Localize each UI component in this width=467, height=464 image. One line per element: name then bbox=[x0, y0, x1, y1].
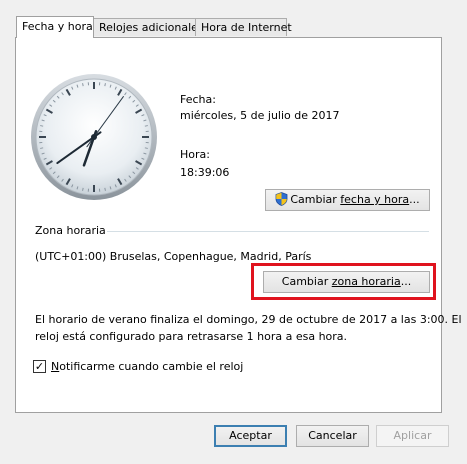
tab-internet-time[interactable]: Hora de Internet bbox=[195, 18, 292, 36]
clock-minute-tick bbox=[40, 125, 44, 127]
time-value: 18:39:06 bbox=[180, 166, 230, 179]
checkmark-icon: ✓ bbox=[34, 360, 45, 373]
change-timezone-accel: zona horaria bbox=[331, 275, 401, 288]
change-timezone-button[interactable]: Cambiar zona horaria... bbox=[263, 271, 430, 293]
date-label: Fecha: bbox=[180, 93, 216, 106]
tab-additional-clocks[interactable]: Relojes adicionales bbox=[93, 18, 204, 36]
clock-minute-tick bbox=[104, 187, 106, 191]
shield-icon bbox=[275, 192, 288, 206]
clock-center bbox=[91, 134, 97, 140]
change-date-time-prefix: Cambiar bbox=[290, 193, 341, 206]
tab-panel: Fecha: miércoles, 5 de julio de 2017 Hor… bbox=[15, 37, 462, 413]
clock-minute-tick bbox=[40, 147, 44, 149]
analog-clock bbox=[31, 74, 157, 200]
time-label: Hora: bbox=[180, 148, 210, 161]
timezone-group-line bbox=[107, 231, 429, 232]
dst-notice-line1: El horario de verano finaliza el domingo… bbox=[35, 313, 462, 326]
notify-checkbox[interactable]: ✓ bbox=[33, 360, 46, 373]
dst-notice-line2: reloj está configurado para retrasarse 1… bbox=[35, 330, 348, 343]
tab-date-time[interactable]: Fecha y hora bbox=[16, 16, 94, 38]
change-timezone-prefix: Cambiar bbox=[281, 275, 332, 288]
apply-button[interactable]: Aplicar bbox=[376, 425, 449, 447]
timezone-group-label: Zona horaria bbox=[35, 224, 106, 237]
change-date-time-suffix: ... bbox=[409, 193, 420, 206]
notify-label-rest: otificarme cuando cambie el reloj bbox=[59, 360, 244, 373]
timezone-value: (UTC+01:00) Bruselas, Copenhague, Madrid… bbox=[35, 250, 312, 263]
change-date-time-accel: fecha y hora bbox=[340, 193, 410, 206]
change-timezone-suffix: ... bbox=[400, 275, 412, 288]
clock-minute-tick bbox=[144, 147, 148, 149]
notify-accel: N bbox=[51, 360, 60, 373]
date-value: miércoles, 5 de julio de 2017 bbox=[180, 109, 340, 122]
clock-minute-tick bbox=[82, 187, 84, 191]
cancel-button[interactable]: Cancelar bbox=[296, 425, 369, 447]
change-date-time-button[interactable]: Cambiar fecha y hora... bbox=[265, 189, 430, 211]
notify-checkbox-label[interactable]: Notificarme cuando cambie el reloj bbox=[51, 360, 243, 373]
clock-minute-tick bbox=[104, 83, 106, 87]
clock-minute-tick bbox=[144, 125, 148, 127]
clock-minute-tick bbox=[82, 83, 84, 87]
accept-button[interactable]: Aceptar bbox=[214, 425, 287, 447]
